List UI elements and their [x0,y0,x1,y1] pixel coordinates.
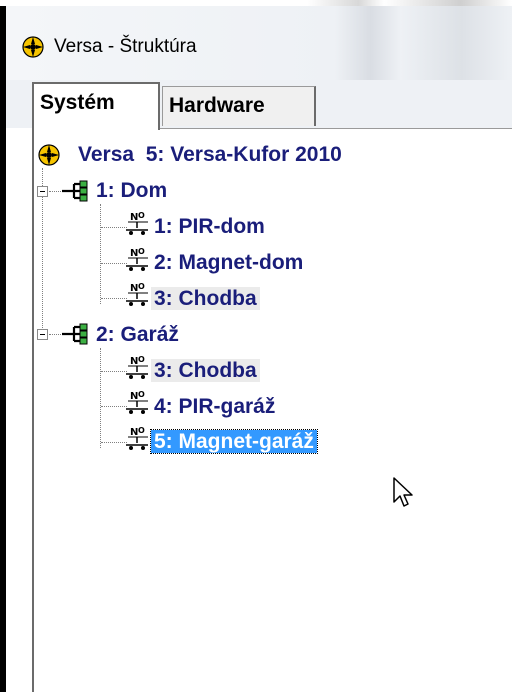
normally-open-contact-icon: N O [126,390,148,414]
zone-label-selected: 5: Magnet-garáž [150,429,318,454]
partition-network-icon [62,180,88,202]
tree-zone-chodba-garaz[interactable]: 3: Chodba [151,358,260,384]
tree-group-garaz[interactable]: 2: Garáž [96,322,179,348]
tab-system[interactable]: Systém [32,82,160,130]
tree-zone-pir-garaz[interactable]: 4: PIR-garáž [154,394,275,420]
zone-label: 3: Chodba [151,287,260,310]
partition-network-icon [62,323,88,345]
tab-hardware-label: Hardware [169,94,265,117]
tab-system-label: Systém [40,91,115,114]
svg-text:O: O [138,355,145,364]
window-title: Versa - Štruktúra [54,36,197,57]
svg-text:O: O [138,426,145,435]
tree-root-node[interactable]: Versa 5: Versa-Kufor 2010 [78,142,342,168]
versa-gear-icon [38,144,60,166]
svg-text:O: O [138,390,145,399]
zone-label: 4: PIR-garáž [154,395,276,418]
tree-connector [100,348,101,448]
tab-hardware[interactable]: Hardware [162,86,316,126]
mouse-pointer-icon [393,477,413,507]
tree-zone-chodba-dom[interactable]: 3: Chodba [151,286,260,312]
tree-connector [100,204,101,304]
normally-open-contact-icon: N O [126,355,148,379]
zone-label: 1: PIR-dom [154,215,265,238]
zone-label: 2: Magnet-dom [154,251,304,274]
collapse-toggle-dom[interactable] [37,186,48,197]
collapse-toggle-garaz[interactable] [37,329,48,340]
root-name: Versa [78,143,135,166]
normally-open-contact-icon: N O [126,282,148,306]
svg-text:O: O [138,247,145,256]
normally-open-contact-icon: N O [126,247,148,271]
normally-open-contact-icon: N O [126,211,148,235]
zone-label: 3: Chodba [151,359,260,382]
versa-gear-icon [22,36,44,58]
root-detail: 5: Versa-Kufor 2010 [145,143,342,166]
versa-structure-window: Versa - Štruktúra Systém Hardware Versa … [0,0,512,692]
svg-text:O: O [138,211,145,220]
tree-zone-pir-dom[interactable]: 1: PIR-dom [154,214,265,240]
tree-group-dom[interactable]: 1: Dom [96,178,167,204]
svg-text:O: O [138,282,145,291]
tree-zone-magnet-garaz[interactable]: 5: Magnet-garáž [150,429,318,455]
tree-zone-magnet-dom[interactable]: 2: Magnet-dom [154,250,303,276]
normally-open-contact-icon: N O [126,426,148,450]
